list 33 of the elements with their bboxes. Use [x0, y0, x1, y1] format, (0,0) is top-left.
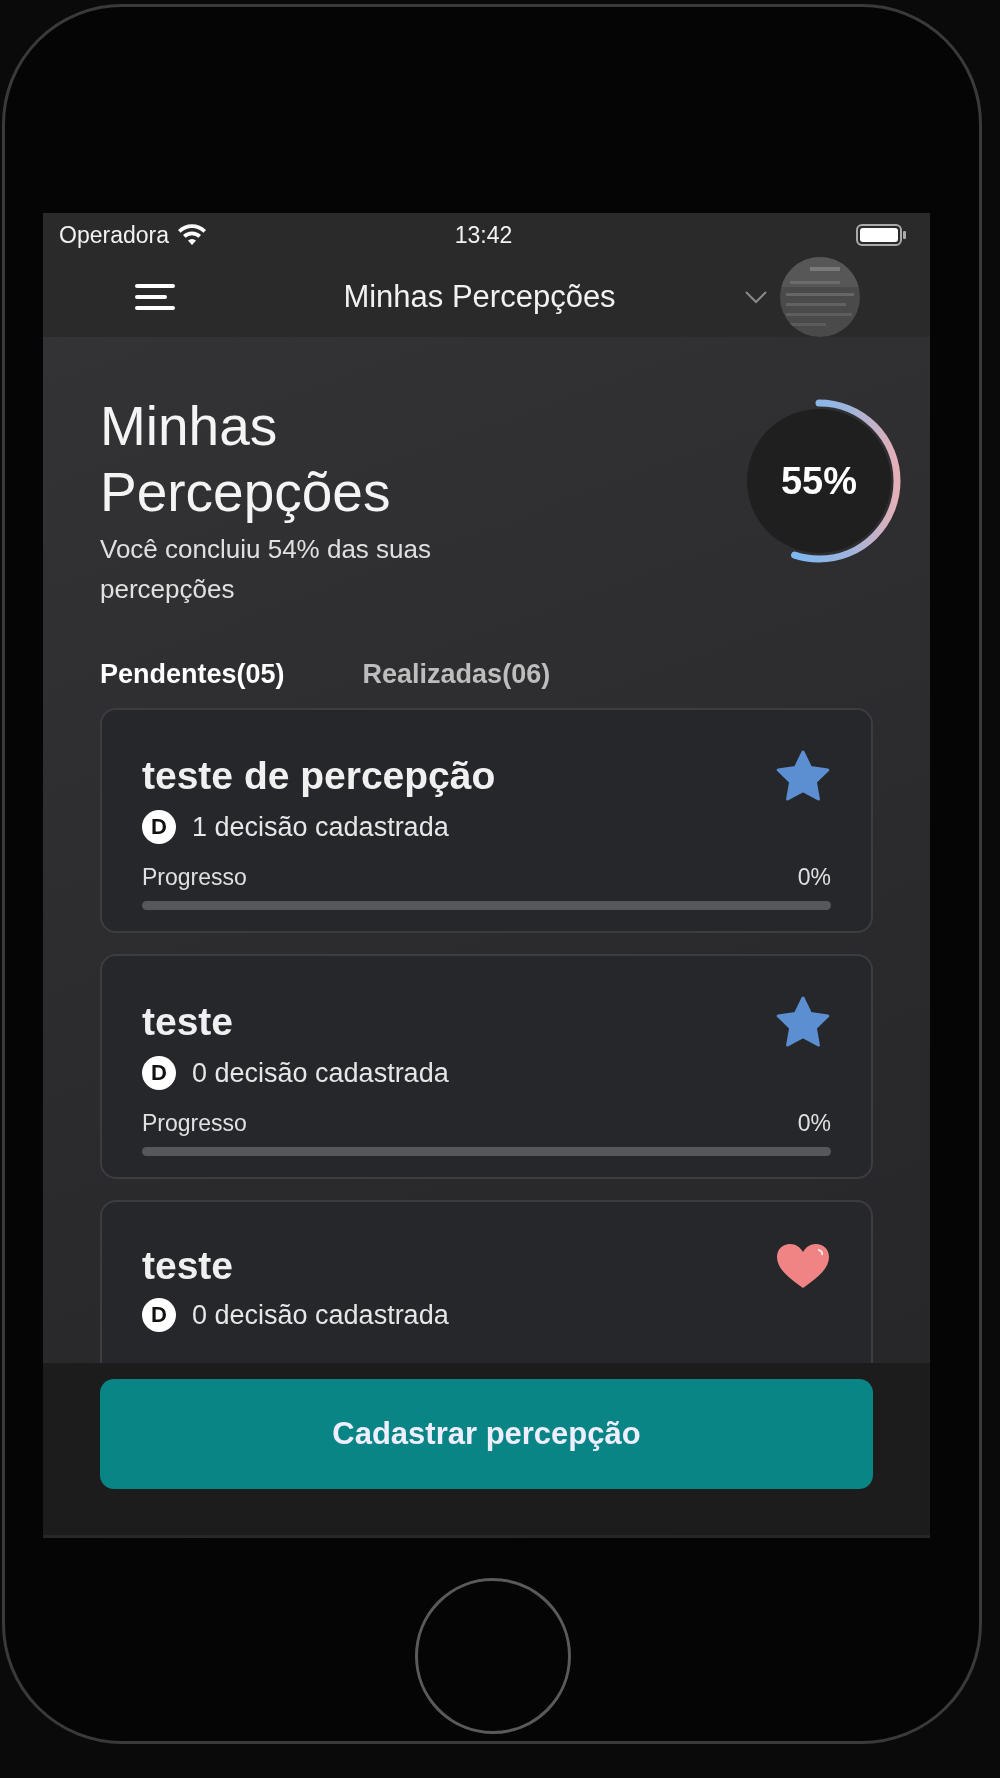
- carrier-name: Operadora: [59, 221, 169, 249]
- home-button[interactable]: [415, 1578, 571, 1734]
- decision-count: 1 decisão cadastrada: [192, 811, 449, 843]
- progress-summary: Você concluiu 54% das suas percepções: [100, 533, 432, 606]
- menu-icon[interactable]: [135, 283, 175, 311]
- progress-value: 0%: [797, 864, 831, 891]
- progress-percentage: 55%: [780, 459, 858, 503]
- perception-card[interactable]: teste D 0 decisão cadastrada Progresso 0%: [100, 954, 873, 1179]
- page-heading: Minhas Percepções: [100, 394, 392, 525]
- progress-label: Progresso: [142, 864, 247, 891]
- perception-card[interactable]: teste de percepção D 1 decisão cadastrada Progresso 0%: [100, 708, 873, 933]
- star-icon[interactable]: [775, 996, 831, 1048]
- decision-count: 0 decisão cadastrada: [192, 1299, 449, 1331]
- chevron-down-icon[interactable]: [744, 290, 768, 304]
- register-button[interactable]: Cadastrar percepção: [100, 1379, 873, 1489]
- decision-badge: D: [142, 810, 176, 844]
- battery-icon: [856, 223, 908, 247]
- star-icon[interactable]: [775, 750, 831, 802]
- tab[interactable]: Pendentes(05): [100, 659, 285, 690]
- progress-label: Progresso: [142, 1110, 247, 1137]
- heart-icon[interactable]: [775, 1242, 831, 1290]
- tab[interactable]: Realizadas(06): [362, 659, 551, 690]
- decision-badge: D: [142, 1056, 176, 1090]
- decision-badge: D: [142, 1298, 176, 1332]
- card-title: teste: [142, 1244, 234, 1288]
- perception-card[interactable]: teste D 0 decisão cadastrada: [100, 1200, 873, 1363]
- progress-value: 0%: [797, 1110, 831, 1137]
- clock-time: 13:42: [454, 221, 513, 249]
- card-title: teste de percepção: [142, 754, 496, 798]
- screen-title: Minhas Percepções: [342, 279, 617, 315]
- wifi-icon: [176, 224, 207, 246]
- card-title: teste: [142, 1000, 234, 1044]
- decision-count: 0 decisão cadastrada: [192, 1057, 449, 1089]
